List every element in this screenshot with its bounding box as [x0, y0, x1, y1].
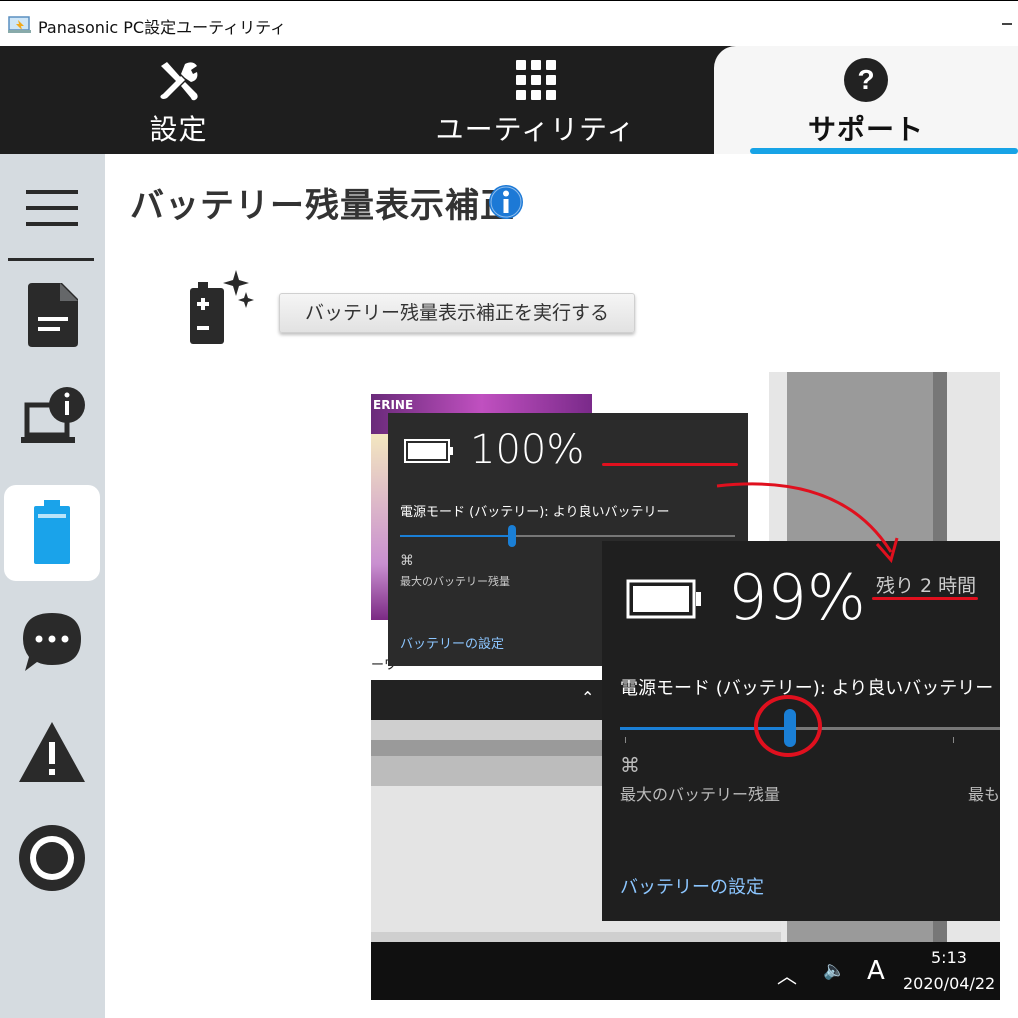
remaining-time: 残り 2 時間 [876, 575, 977, 597]
sidebar-divider [8, 258, 94, 261]
title-bar: Panasonic PC設定ユーティリティ [0, 0, 1018, 46]
sidebar [0, 154, 105, 1018]
power-mode-label: 電源モード (バッテリー): より良いバッテリー [620, 678, 994, 699]
power-mode-label: 電源モード (バッテリー): より良いバッテリー [400, 505, 670, 520]
help-icon: ? [844, 58, 888, 102]
sidebar-item-warning[interactable] [4, 704, 100, 800]
run-calibration-button[interactable]: バッテリー残量表示補正を実行する [279, 293, 635, 333]
sidebar-item-document[interactable] [4, 268, 100, 364]
warning-icon [19, 722, 85, 782]
battery-settings-link[interactable]: バッテリーの設定 [620, 873, 764, 899]
selected-tab-indicator [750, 148, 1018, 154]
sidebar-item-menu[interactable] [4, 160, 100, 256]
embedded-screenshot: ERINE ーワ ⌃ 100% 電源モード (バッテリー): より良いバッテリー… [371, 372, 1000, 1000]
ad-banner-text: ERINE [373, 398, 414, 412]
chevron-up-icon: ⌃ [581, 688, 595, 707]
chat-icon [23, 613, 81, 671]
tab-utility[interactable]: ユーティリティ [357, 46, 714, 154]
max-battery-label: 最大のバッテリー残量 [620, 785, 781, 804]
power-slider-thumb[interactable] [508, 525, 516, 547]
app-icon [8, 16, 31, 33]
leaf-icon: ⌘ [400, 553, 414, 569]
slider-tick [953, 737, 954, 743]
taskbar: ︿ 🔈 A 5:13 2020/04/22 [371, 942, 1000, 1000]
menu-icon [26, 190, 78, 226]
sidebar-item-chat[interactable] [4, 594, 100, 690]
tab-support-label: サポート [807, 113, 924, 146]
page-title: バッテリー残量表示補正 [130, 186, 515, 226]
annotation-underline [872, 597, 978, 600]
tab-settings[interactable]: 設定 [0, 46, 357, 154]
pc-info-icon [21, 387, 85, 443]
sidebar-item-target[interactable] [4, 810, 100, 906]
best-performance-label: 最も [968, 785, 1000, 804]
leaf-icon: ⌘ [620, 753, 640, 777]
svg-text:?: ? [857, 64, 874, 95]
chevron-up-icon[interactable]: ︿ [777, 960, 797, 989]
top-nav: 設定 ユーティリティ ? サポート [0, 46, 1018, 154]
max-battery-label: 最大のバッテリー残量 [400, 575, 510, 588]
battery-settings-link[interactable]: バッテリーの設定 [400, 633, 504, 652]
document-icon [28, 283, 78, 347]
target-icon [19, 825, 85, 891]
ime-indicator[interactable]: A [867, 956, 885, 986]
tab-utility-label: ユーティリティ [435, 113, 636, 146]
battery-percent: 99% [728, 561, 866, 634]
tab-support[interactable]: ? サポート [714, 46, 1018, 154]
battery-full-icon [626, 579, 701, 619]
battery-full-icon [404, 439, 453, 463]
sidebar-item-battery[interactable] [4, 485, 100, 581]
slider-tick [625, 737, 626, 743]
battery-calibration-icon [190, 270, 254, 344]
minimize-button[interactable] [1002, 23, 1012, 25]
power-slider-fill [400, 535, 512, 537]
info-icon[interactable] [488, 184, 524, 220]
annotation-circle [754, 695, 822, 757]
grid-icon [515, 60, 556, 100]
clock-time[interactable]: 5:13 [931, 948, 967, 967]
battery-percent: 100% [470, 427, 585, 473]
battery-icon [34, 500, 70, 564]
sidebar-item-pc-info[interactable] [4, 370, 100, 466]
speaker-icon[interactable]: 🔈 [823, 960, 845, 981]
annotation-underline [602, 463, 738, 466]
battery-flyout-after: 99% 残り 2 時間 電源モード (バッテリー): より良いバッテリー ⌘ 最… [602, 541, 1000, 921]
tools-icon [159, 62, 198, 101]
window-title: Panasonic PC設定ユーティリティ [38, 18, 287, 37]
tab-settings-label: 設定 [149, 113, 208, 146]
clock-date[interactable]: 2020/04/22 [903, 974, 995, 993]
